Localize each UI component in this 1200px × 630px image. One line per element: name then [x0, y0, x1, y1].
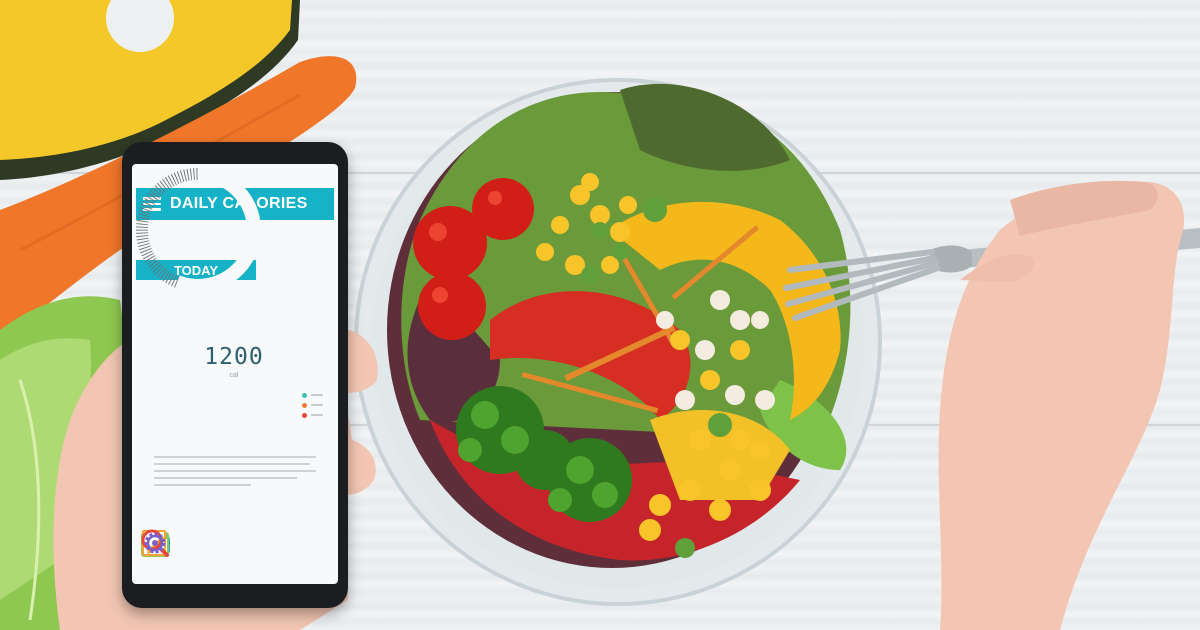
legend-text-placeholder [311, 404, 323, 406]
smartphone: DAILY CALORIES TODAY 1200 cal [122, 142, 348, 608]
right-hand [938, 180, 1185, 630]
legend-dot-teal [302, 392, 307, 398]
description-text-placeholder [154, 456, 316, 491]
gauge-segment-mask [135, 167, 261, 293]
legend-text-placeholder [311, 414, 323, 416]
legend-item [302, 390, 323, 400]
notepad-icon[interactable] [142, 527, 253, 561]
legend-text-placeholder [311, 394, 323, 396]
gear-icon[interactable] [144, 527, 332, 561]
calorie-gauge [135, 167, 261, 293]
bottom-nav [140, 528, 332, 560]
legend-item [302, 410, 323, 420]
legend-item [302, 400, 323, 410]
gauge-legend [302, 390, 323, 420]
search-icon[interactable] [141, 527, 293, 561]
photo-scene: DAILY CALORIES TODAY 1200 cal [0, 0, 1200, 630]
calories-value: 1200 [204, 344, 264, 370]
calendar-icon[interactable] [141, 527, 214, 561]
phone-screen: DAILY CALORIES TODAY 1200 cal [132, 164, 338, 584]
calories-unit: cal [229, 372, 239, 379]
legend-dot-red [302, 412, 307, 418]
legend-dot-orange [302, 402, 307, 408]
